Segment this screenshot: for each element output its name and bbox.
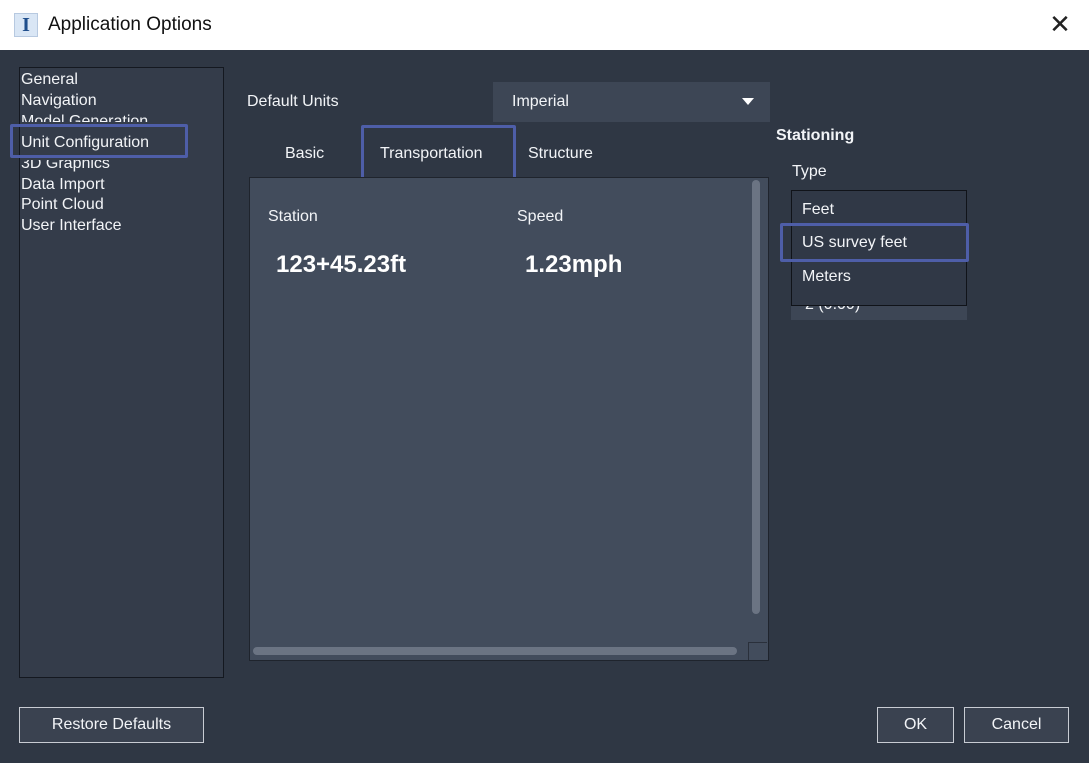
station-label: Station (268, 208, 318, 225)
transportation-panel (249, 177, 769, 661)
sidebar-item-data-import[interactable]: Data Import (21, 175, 105, 195)
title-bar: I Application Options ✕ (0, 0, 1089, 50)
close-icon[interactable]: ✕ (1045, 10, 1075, 40)
vertical-scrollbar[interactable] (752, 180, 760, 614)
default-units-value: Imperial (512, 93, 569, 110)
cancel-button[interactable]: Cancel (964, 707, 1069, 743)
sidebar-item-unit-configuration[interactable]: Unit Configuration (21, 133, 149, 153)
stationing-type-dropdown[interactable]: Feet US survey feet Meters (791, 190, 967, 306)
stationing-type-label: Type (792, 163, 827, 180)
speed-label: Speed (517, 208, 564, 225)
sidebar-item-user-interface[interactable]: User Interface (21, 216, 121, 236)
sidebar-item-navigation[interactable]: Navigation (21, 91, 97, 111)
station-value: 123+45.23ft (276, 251, 407, 278)
horizontal-scrollbar[interactable] (253, 647, 737, 655)
default-units-label: Default Units (247, 93, 339, 110)
ok-button[interactable]: OK (877, 707, 954, 743)
category-list[interactable] (19, 67, 224, 678)
option-feet[interactable]: Feet (802, 201, 834, 219)
tab-basic[interactable]: Basic (285, 145, 324, 163)
speed-value: 1.23mph (525, 251, 623, 278)
tab-structure[interactable]: Structure (528, 145, 593, 163)
app-icon: I (14, 13, 38, 37)
option-us-survey-feet[interactable]: US survey feet (802, 234, 907, 252)
option-meters[interactable]: Meters (802, 268, 851, 286)
sidebar-item-general[interactable]: General (21, 70, 78, 90)
restore-defaults-button[interactable]: Restore Defaults (19, 707, 204, 743)
scroll-corner (748, 642, 767, 660)
default-units-select[interactable]: Imperial (493, 82, 770, 122)
chevron-down-icon (742, 98, 754, 105)
sidebar-item-3d-graphics[interactable]: 3D Graphics (21, 160, 110, 174)
window-title: Application Options (48, 14, 212, 35)
sidebar-item-model-generation[interactable]: Model Generation (21, 112, 148, 122)
sidebar-item-point-cloud[interactable]: Point Cloud (21, 195, 104, 215)
tab-transportation[interactable]: Transportation (380, 145, 483, 163)
stationing-heading: Stationing (776, 127, 855, 144)
